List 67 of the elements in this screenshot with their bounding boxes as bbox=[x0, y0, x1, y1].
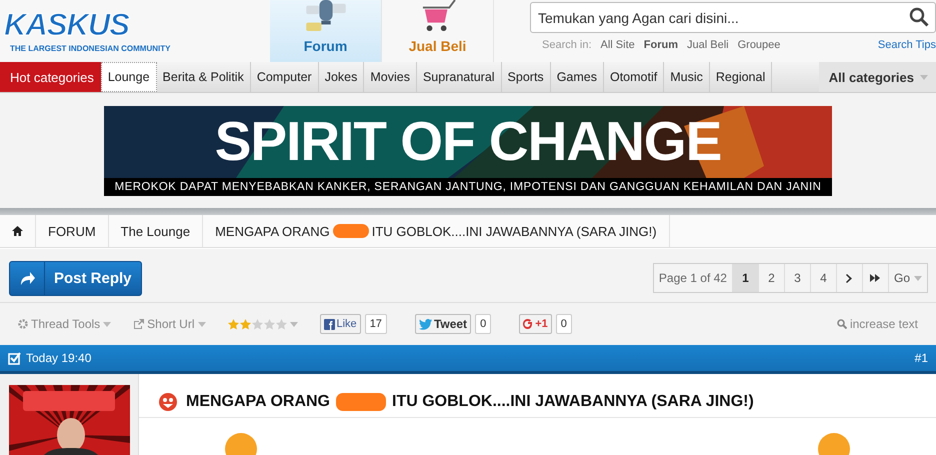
post-time: Today 19:40 bbox=[26, 351, 92, 365]
page-link[interactable]: 3 bbox=[784, 264, 811, 292]
search-scope-option[interactable]: Groupee bbox=[738, 39, 780, 51]
redaction-mark bbox=[332, 224, 369, 238]
caret-icon bbox=[290, 322, 298, 326]
logo-tagline: THE LARGEST INDONESIAN COMMUNITY bbox=[10, 44, 170, 53]
search-field[interactable]: Temukan yang Agan cari disini... bbox=[530, 2, 936, 33]
category-tab[interactable]: Computer bbox=[250, 62, 319, 92]
search-in-label: Search in: bbox=[542, 39, 592, 51]
google-plus-icon bbox=[523, 318, 534, 330]
share-icon bbox=[133, 319, 144, 329]
caret-icon bbox=[198, 322, 206, 326]
category-tab[interactable]: Games bbox=[550, 62, 604, 92]
emoticon-icon bbox=[158, 392, 178, 412]
next-page-icon[interactable] bbox=[846, 274, 852, 282]
page-link[interactable]: 1 bbox=[732, 264, 759, 292]
category-tab[interactable]: Regional bbox=[710, 62, 772, 92]
like-count: 17 bbox=[364, 314, 387, 334]
breadcrumb-thread-title: MENGAPA ORANG bbox=[215, 224, 330, 238]
search-scope-option[interactable]: All Site bbox=[600, 39, 635, 51]
category-tab[interactable]: Berita & Politik bbox=[156, 62, 251, 92]
search-tips-link[interactable]: Search Tips bbox=[878, 39, 936, 51]
page-link[interactable]: 4 bbox=[810, 264, 837, 292]
plus-one-button[interactable]: +1 bbox=[519, 314, 552, 334]
hot-categories-label: Hot categories bbox=[0, 62, 101, 92]
caret-icon bbox=[103, 322, 112, 326]
gear-icon bbox=[18, 319, 28, 329]
post-reply-button[interactable]: Post Reply bbox=[9, 260, 142, 296]
category-tab[interactable]: Lounge bbox=[100, 62, 157, 92]
health-warning-text: MEROKOK DAPAT MENYEBABKAN KANKER, SERANGAN JANTUNG, IMPOTENSI DAN GANGGUAN KEHAMILAN DAN JANIN bbox=[104, 178, 832, 196]
facebook-icon bbox=[324, 318, 334, 330]
tweet-button[interactable]: Tweet bbox=[414, 314, 472, 334]
logo-wordmark[interactable]: KASKUS bbox=[4, 10, 129, 40]
all-categories-menu[interactable]: All categories bbox=[818, 62, 936, 92]
rating-stars[interactable] bbox=[228, 318, 286, 330]
search-scope-option[interactable]: Jual Beli bbox=[687, 39, 729, 51]
redaction-mark bbox=[336, 392, 386, 410]
last-page-icon[interactable] bbox=[870, 274, 880, 282]
like-button[interactable]: Like bbox=[320, 314, 361, 334]
bird-icon bbox=[418, 318, 432, 330]
post-title: ITU GOBLOK....INI JAWABANNYA (SARA JING!) bbox=[392, 392, 754, 410]
tweet-count: 0 bbox=[475, 314, 492, 334]
breadcrumb-thread-title: ITU GOBLOK....INI JAWABANNYA (SARA JING!) bbox=[372, 224, 657, 238]
reply-arrow-icon bbox=[19, 272, 35, 284]
breadcrumb-link[interactable]: FORUM bbox=[36, 215, 109, 247]
caret-icon bbox=[920, 74, 928, 80]
caret-icon bbox=[914, 276, 922, 280]
nav-tab[interactable]: Forum bbox=[270, 0, 382, 62]
search-scope-option[interactable]: Forum bbox=[644, 39, 678, 51]
category-tab[interactable]: Supranatural bbox=[416, 62, 502, 92]
search-icon[interactable] bbox=[909, 7, 929, 27]
post-title: MENGAPA ORANG bbox=[186, 392, 330, 410]
breadcrumb-link[interactable]: The Lounge bbox=[108, 215, 204, 247]
category-tab[interactable]: Music bbox=[664, 62, 710, 92]
emoticon-icon bbox=[224, 432, 258, 455]
home-icon[interactable] bbox=[12, 226, 23, 236]
category-tab[interactable]: Sports bbox=[502, 62, 551, 92]
category-tab[interactable]: Jokes bbox=[318, 62, 364, 92]
plus-one-count: 0 bbox=[556, 314, 572, 334]
category-tab[interactable]: Otomotif bbox=[604, 62, 664, 92]
emoticon-icon bbox=[817, 432, 851, 455]
category-tab[interactable]: Movies bbox=[364, 62, 417, 92]
page-link[interactable]: 2 bbox=[758, 264, 785, 292]
go-menu[interactable]: Go bbox=[888, 264, 927, 292]
post-number[interactable]: #1 bbox=[914, 351, 928, 365]
checkbox-icon bbox=[8, 352, 21, 364]
zoom-icon bbox=[836, 319, 847, 329]
